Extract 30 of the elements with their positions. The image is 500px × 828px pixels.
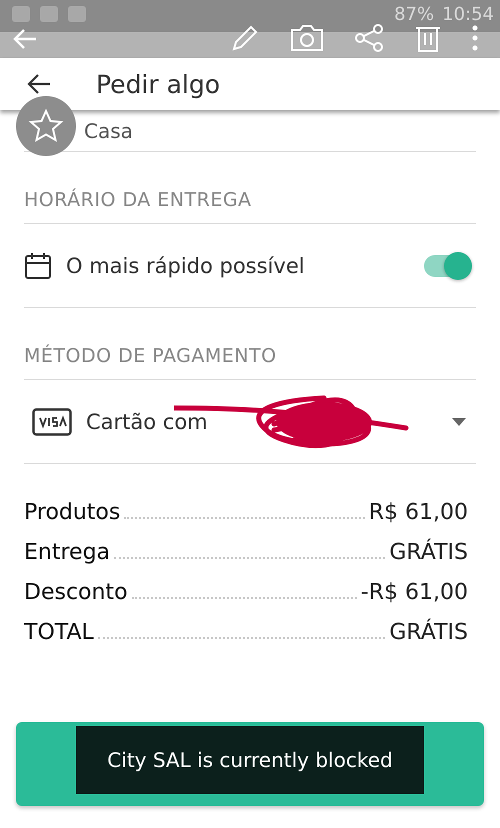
battery-level: 87% — [394, 4, 434, 25]
share-icon[interactable] — [354, 23, 384, 53]
camera-icon[interactable] — [290, 23, 324, 53]
section-heading: MÉTODO DE PAGAMENTO — [24, 308, 476, 380]
delivery-option: O mais rápido possível — [66, 254, 410, 278]
pencil-icon[interactable] — [230, 23, 260, 53]
summary-value: -R$ 61,00 — [360, 580, 468, 605]
star-icon — [28, 108, 64, 144]
summary-label: Produtos — [24, 500, 120, 525]
more-icon[interactable] — [472, 25, 478, 51]
summary-label: Desconto — [24, 580, 128, 605]
clock-time: 10:54 — [442, 4, 494, 25]
calendar-icon — [24, 252, 52, 280]
summary-label: Entrega — [24, 540, 110, 565]
section-heading: HORÁRIO DA ENTREGA — [24, 152, 476, 224]
notification-icon — [12, 6, 30, 22]
summary-value: GRÁTIS — [389, 620, 468, 645]
notification-icon — [40, 6, 58, 22]
notification-icon — [68, 6, 86, 22]
toggle-switch[interactable] — [424, 254, 470, 276]
page-title: Pedir algo — [96, 70, 220, 98]
payment-method[interactable]: Cartão com — [86, 410, 438, 434]
back-arrow-icon[interactable] — [26, 73, 52, 95]
summary-value: GRÁTIS — [389, 540, 468, 565]
blocked-toast: City SAL is currently blocked — [76, 726, 424, 794]
dropdown-icon[interactable] — [452, 418, 466, 426]
summary-value: R$ 61,00 — [368, 500, 468, 525]
summary-label: TOTAL — [24, 620, 94, 645]
address-label: Casa — [84, 118, 133, 142]
card-icon — [32, 408, 72, 436]
